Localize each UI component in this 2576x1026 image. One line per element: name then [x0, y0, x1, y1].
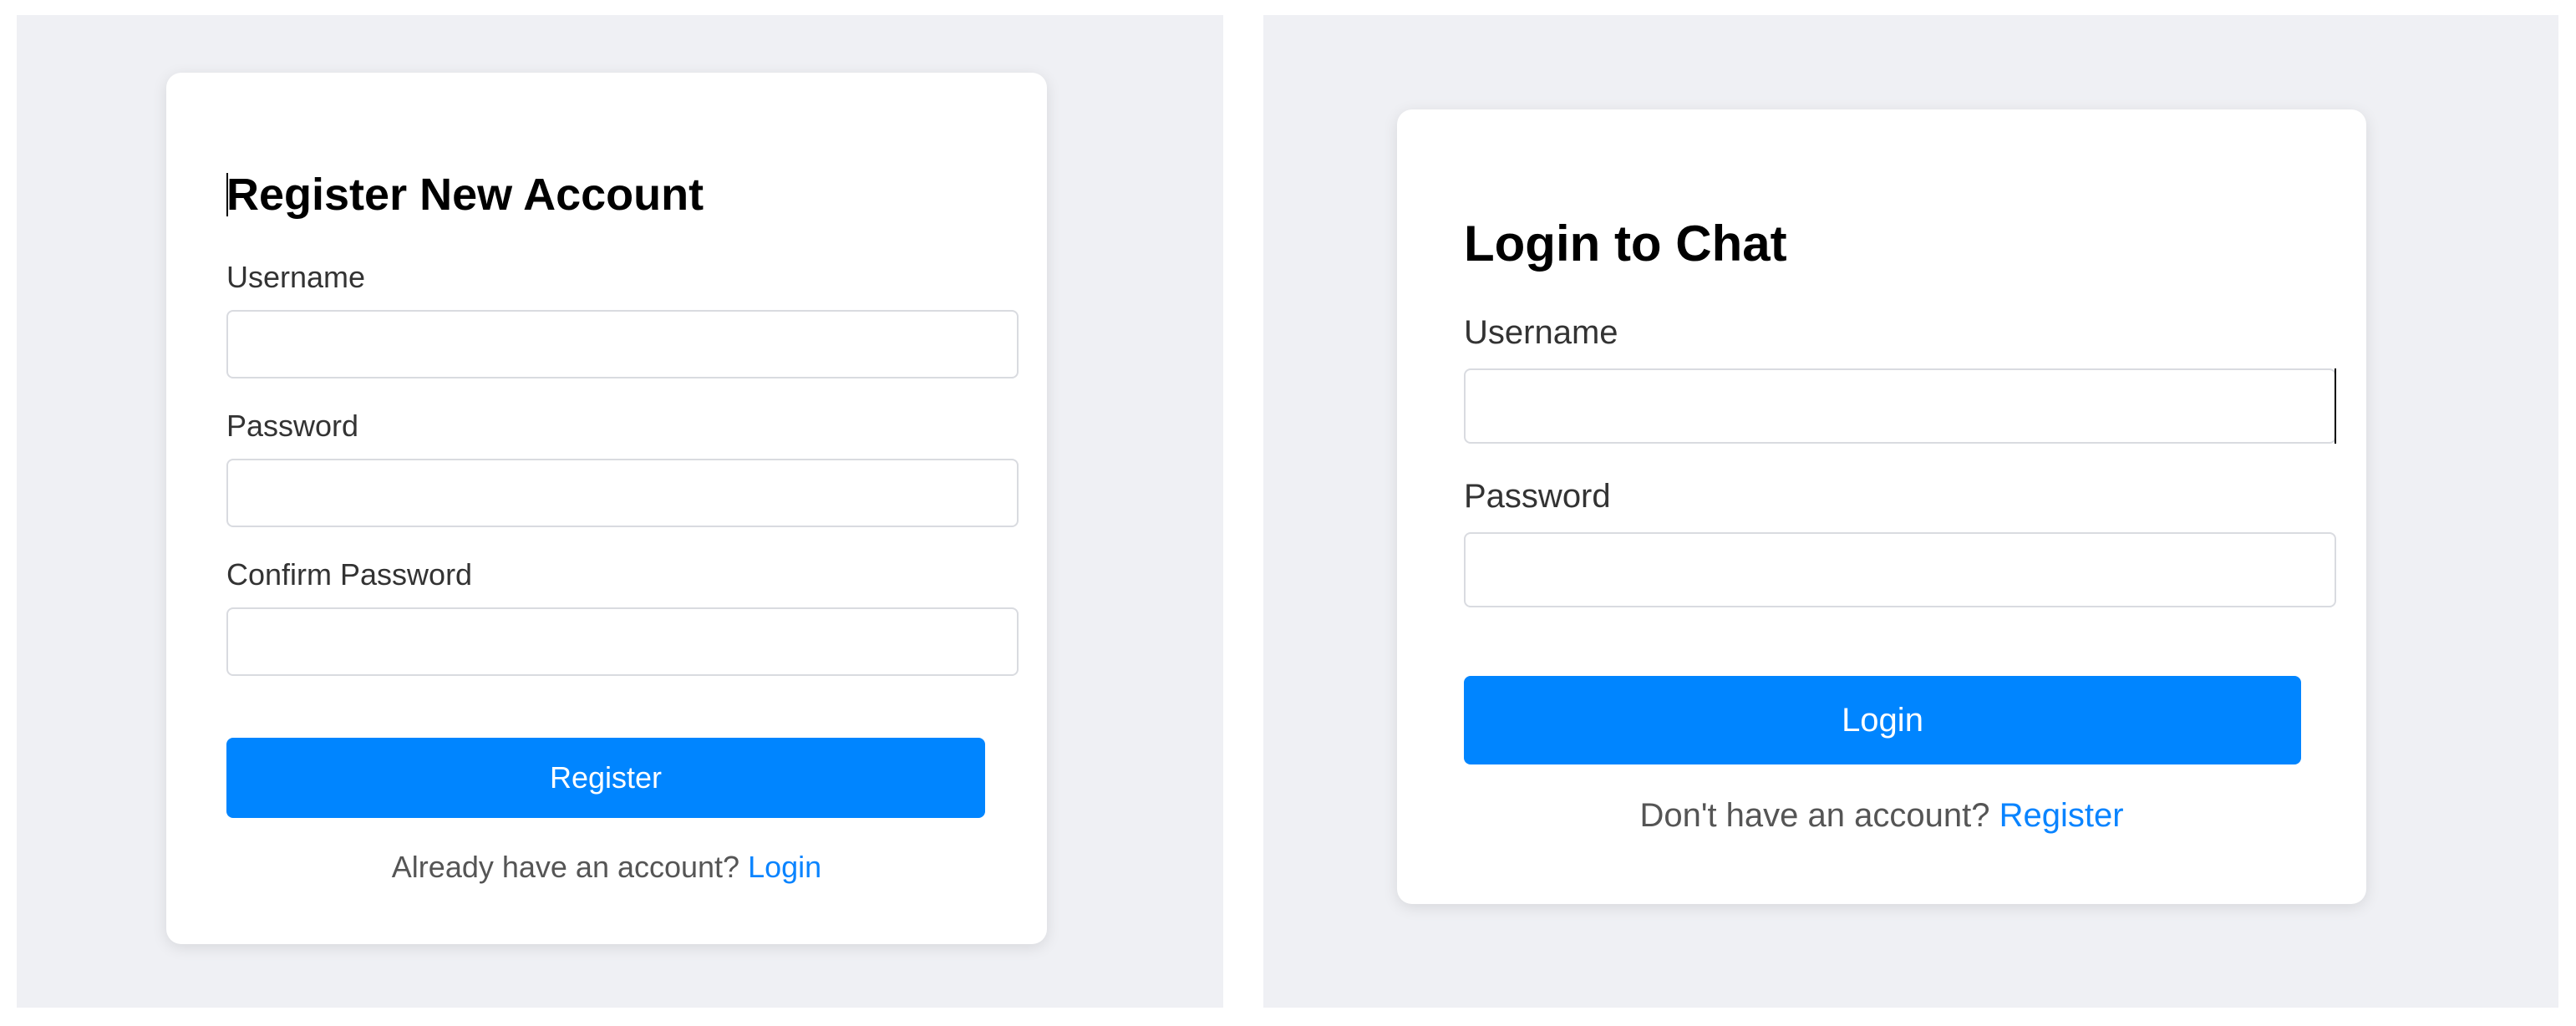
register-card: Register New Account Username Password C… — [166, 73, 1047, 944]
register-password-label: Password — [226, 409, 359, 443]
login-card: Login to Chat Username Password Login Do… — [1397, 109, 2366, 904]
login-footer-text: Don't have an account? — [1639, 797, 1990, 834]
register-confirm-password-input[interactable] — [226, 607, 1019, 676]
text-cursor — [2335, 368, 2336, 444]
login-button[interactable]: Login — [1464, 676, 2301, 764]
login-panel: Login to Chat Username Password Login Do… — [1263, 15, 2558, 1008]
register-username-input[interactable] — [226, 310, 1019, 378]
register-panel: Register New Account Username Password C… — [17, 15, 1223, 1008]
register-username-label: Username — [226, 260, 366, 294]
register-password-input[interactable] — [226, 459, 1019, 527]
register-button[interactable]: Register — [226, 738, 985, 818]
login-footer: Don't have an account? Register — [1397, 796, 2366, 835]
register-footer-text: Already have an account? — [391, 850, 740, 884]
login-password-input[interactable] — [1464, 532, 2336, 607]
register-confirm-password-label: Confirm Password — [226, 557, 473, 592]
login-title: Login to Chat — [1464, 216, 1787, 272]
register-footer: Already have an account? Login — [166, 850, 1047, 885]
login-username-label: Username — [1464, 314, 1618, 351]
login-link[interactable]: Login — [748, 850, 821, 884]
register-title: Register New Account — [226, 170, 704, 220]
login-username-input[interactable] — [1464, 368, 2336, 444]
register-link[interactable]: Register — [1999, 797, 2124, 834]
login-password-label: Password — [1464, 478, 1611, 515]
